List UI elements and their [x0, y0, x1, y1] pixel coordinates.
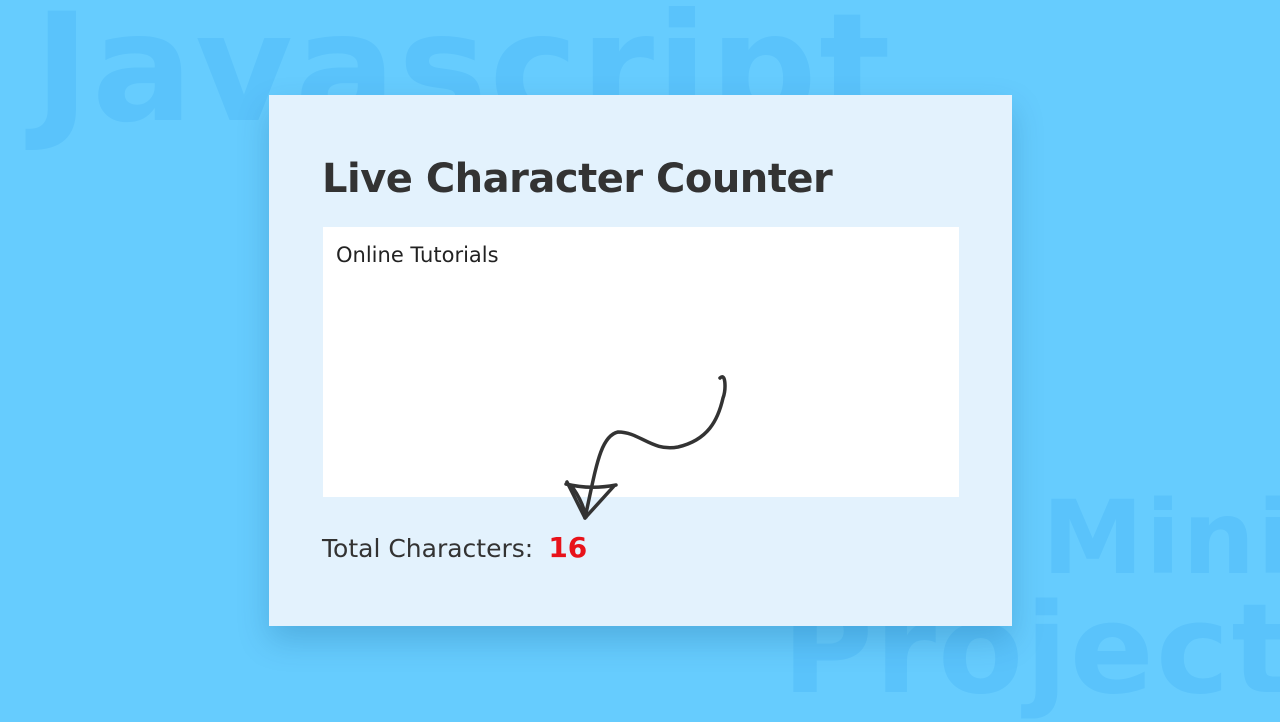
- page: { "background": { "color": "#66ccfe", "w…: [0, 0, 1280, 720]
- counter-value: 16: [548, 531, 588, 564]
- character-counter: Total Characters: 16: [322, 531, 587, 564]
- counter-card: Live Character Counter Total Characters:…: [269, 95, 1012, 626]
- text-input-area[interactable]: [323, 227, 959, 497]
- counter-label: Total Characters:: [322, 534, 534, 563]
- background-watermark-mini: Mini: [1042, 479, 1280, 598]
- page-title: Live Character Counter: [322, 156, 833, 202]
